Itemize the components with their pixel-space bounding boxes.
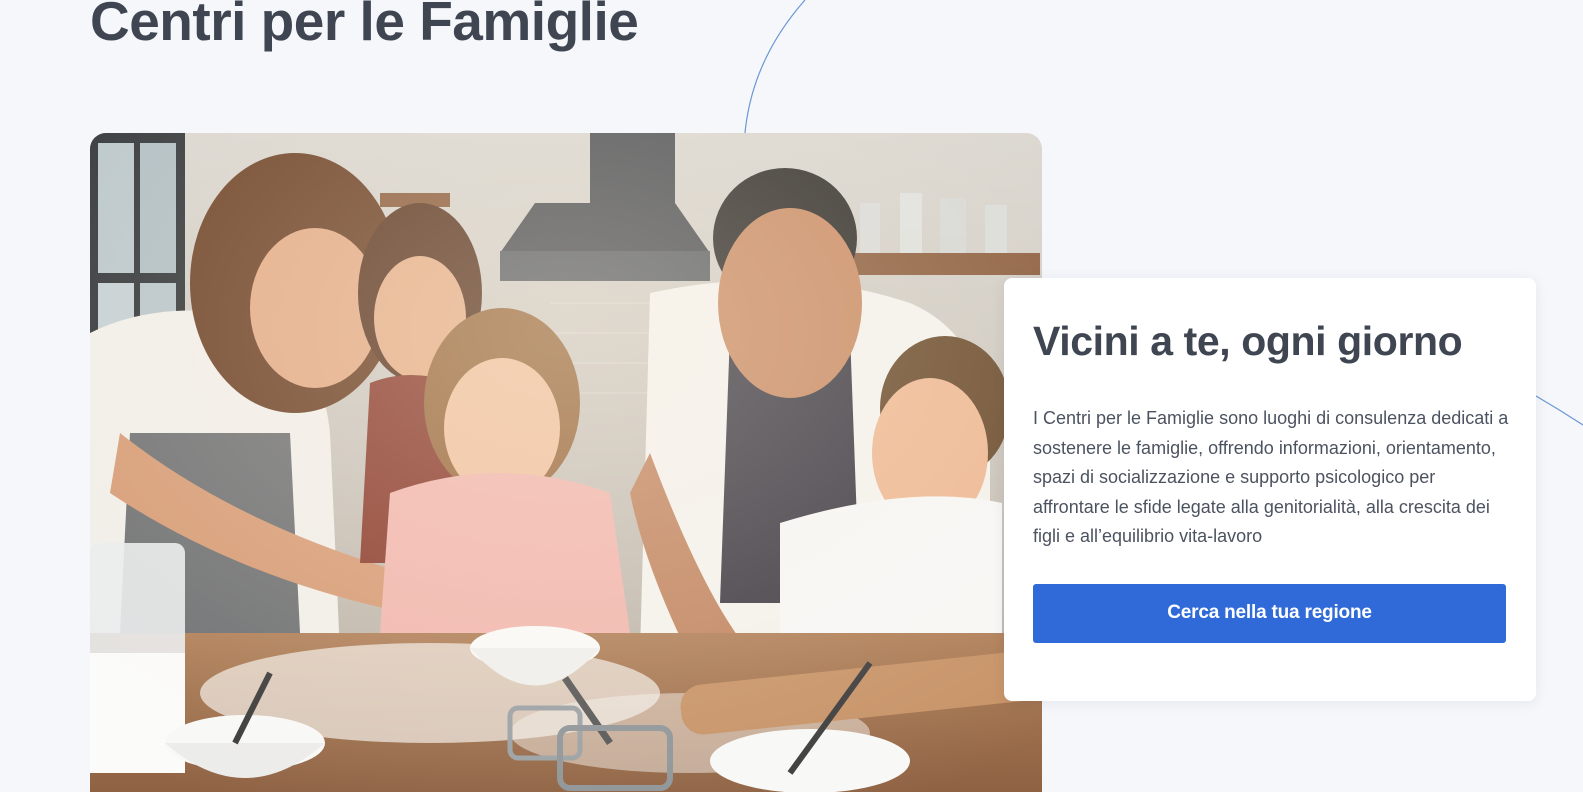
search-region-button[interactable]: Cerca nella tua regione: [1033, 583, 1506, 643]
page-title: Centri per le Famiglie: [90, 0, 639, 52]
info-card: Vicini a te, ogni giorno I Centri per le…: [1004, 278, 1536, 701]
card-title: Vicini a te, ogni giorno: [1033, 318, 1463, 364]
card-description: I Centri per le Famiglie sono luoghi di …: [1033, 408, 1509, 547]
hero-family-photo: [90, 133, 1042, 792]
